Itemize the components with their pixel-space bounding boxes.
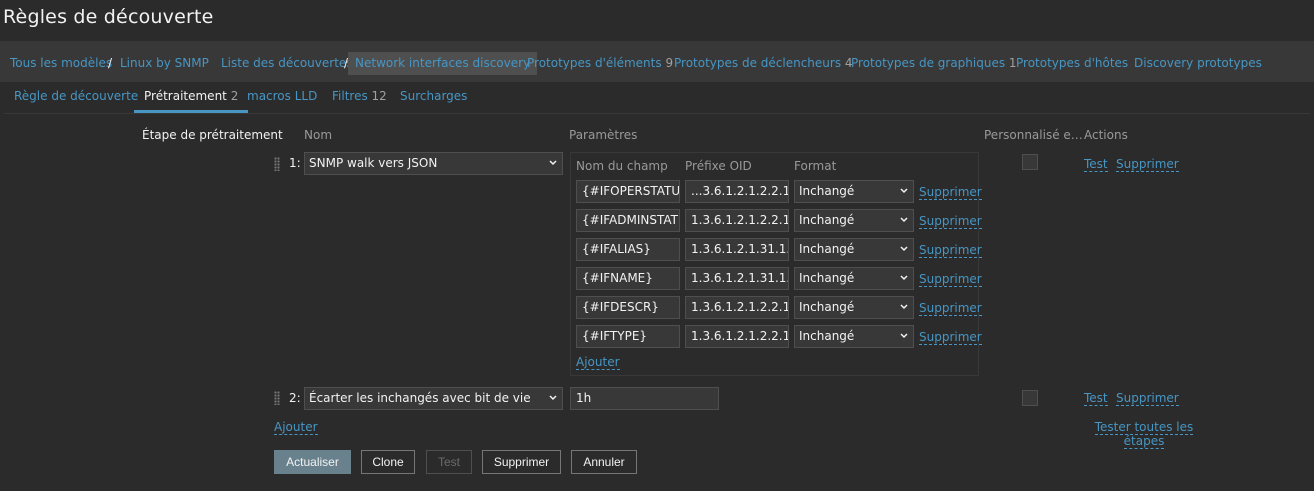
test-all-steps-label: Tester toutes les étapes	[1094, 420, 1194, 449]
preprocessing-section-label: Étape de prétraitement	[142, 128, 283, 142]
format-value: Inchangé	[799, 271, 855, 285]
remove-field-link[interactable]: Supprimer	[919, 272, 982, 287]
nav-discovery-prototypes[interactable]: Discovery prototypes	[1134, 52, 1262, 75]
tab-lld-macros[interactable]: macros LLD	[237, 88, 327, 113]
step-remove-link[interactable]: Supprimer	[1116, 157, 1179, 172]
chevron-down-icon	[900, 246, 908, 252]
params-header-format: Format	[794, 159, 837, 173]
cancel-button[interactable]: Annuler	[571, 450, 637, 474]
format-value: Inchangé	[799, 213, 855, 227]
field-name-input[interactable]: {#IFNAME}	[576, 267, 680, 290]
heartbeat-input[interactable]: 1h	[570, 387, 719, 410]
breadcrumb-template[interactable]: Linux by SNMP	[120, 52, 209, 75]
remove-field-link[interactable]: Supprimer	[919, 301, 982, 316]
step-type-value: Écarter les inchangés avec bit de vie	[309, 391, 531, 405]
step-number: 2:	[289, 391, 301, 405]
clone-button[interactable]: Clone	[361, 450, 415, 474]
step-type-select[interactable]: SNMP walk vers JSON	[304, 152, 563, 175]
nav-trigger-prototypes[interactable]: Prototypes de déclencheurs 4	[674, 52, 853, 75]
step-number: 1:	[289, 156, 301, 170]
params-header-field: Nom du champ	[576, 159, 668, 173]
format-select[interactable]: Inchangé	[794, 238, 914, 261]
drag-handle-icon[interactable]	[274, 391, 280, 405]
header-custom: Personnalisé e…	[984, 128, 1083, 142]
format-select[interactable]: Inchangé	[794, 325, 914, 348]
field-name-input[interactable]: {#IFADMINSTATUS}	[576, 209, 680, 232]
chevron-down-icon	[900, 304, 908, 310]
field-name-input[interactable]: {#IFALIAS}	[576, 238, 680, 261]
chevron-down-icon	[900, 275, 908, 281]
tab-filters-count: 12	[371, 89, 387, 103]
chevron-down-icon	[900, 333, 908, 339]
step-remove-link[interactable]: Supprimer	[1116, 391, 1179, 406]
chevron-down-icon	[549, 160, 557, 166]
format-value: Inchangé	[799, 329, 855, 343]
tab-bar: Règle de découverte Prétraitement 2 macr…	[4, 82, 1310, 113]
snmp-walk-params: Nom du champ Préfixe OID Format {#IFOPER…	[570, 152, 982, 376]
params-header-oid: Préfixe OID	[685, 159, 752, 173]
field-name-input[interactable]: {#IFTYPE}	[576, 325, 680, 348]
remove-field-link[interactable]: Supprimer	[919, 330, 982, 345]
field-name-input[interactable]: {#IFOPERSTATUS}	[576, 180, 680, 203]
breadcrumb-all-templates[interactable]: Tous les modèles	[10, 52, 112, 75]
tab-preprocessing[interactable]: Prétraitement 2	[134, 88, 249, 113]
breadcrumb-current[interactable]: Network interfaces discovery	[348, 52, 538, 75]
breadcrumb-discovery-list[interactable]: Liste des découvertes	[221, 52, 353, 75]
nav-item-prototypes[interactable]: Prototypes d'éléments 9	[527, 52, 673, 75]
chevron-down-icon	[900, 188, 908, 194]
test-button[interactable]: Test	[426, 450, 472, 474]
step-type-select[interactable]: Écarter les inchangés avec bit de vie	[304, 387, 563, 410]
format-value: Inchangé	[799, 184, 855, 198]
breadcrumb-bar: Tous les modèles / Linux by SNMP Liste d…	[0, 41, 1314, 82]
step-test-link[interactable]: Test	[1084, 391, 1108, 406]
custom-on-fail-checkbox[interactable]	[1022, 390, 1038, 406]
tab-overrides[interactable]: Surcharges	[390, 88, 477, 113]
custom-on-fail-checkbox[interactable]	[1022, 154, 1038, 170]
preprocessing-panel: Étape de prétraitement Nom Paramètres Pe…	[4, 113, 1310, 483]
chevron-down-icon	[900, 217, 908, 223]
oid-prefix-input[interactable]: 1.3.6.1.2.1.2.2.1.7	[685, 209, 789, 232]
oid-prefix-input[interactable]: 1.3.6.1.2.1.2.2.1.2	[685, 296, 789, 319]
header-actions: Actions	[1084, 128, 1128, 142]
remove-field-link[interactable]: Supprimer	[919, 214, 982, 229]
tab-filters-label: Filtres	[332, 89, 368, 103]
nav-item-prototypes-count: 9	[665, 56, 674, 70]
oid-prefix-input[interactable]: 1.3.6.1.2.1.2.2.1.3	[685, 325, 789, 348]
oid-prefix-input[interactable]: 1.3.6.1.2.1.31.1.1.1.18	[685, 238, 789, 261]
add-step-link[interactable]: Ajouter	[274, 420, 318, 435]
nav-item-prototypes-label: Prototypes d'éléments	[527, 56, 662, 70]
remove-field-link[interactable]: Supprimer	[919, 243, 982, 258]
remove-field-link[interactable]: Supprimer	[919, 185, 982, 200]
delete-button[interactable]: Supprimer	[482, 450, 561, 474]
format-select[interactable]: Inchangé	[794, 296, 914, 319]
drag-handle-icon[interactable]	[274, 157, 280, 171]
header-params: Paramètres	[569, 128, 638, 142]
nav-host-prototypes[interactable]: Prototypes d'hôtes	[1016, 52, 1128, 75]
step-test-link[interactable]: Test	[1084, 157, 1108, 172]
format-value: Inchangé	[799, 242, 855, 256]
format-value: Inchangé	[799, 300, 855, 314]
format-select[interactable]: Inchangé	[794, 267, 914, 290]
nav-graph-prototypes[interactable]: Prototypes de graphiques 1	[851, 52, 1017, 75]
test-all-steps-link[interactable]: Tester toutes les étapes	[1084, 420, 1204, 449]
tab-preprocessing-label: Prétraitement	[144, 89, 227, 103]
header-name: Nom	[304, 128, 333, 142]
step-type-value: SNMP walk vers JSON	[309, 156, 438, 170]
tab-filters[interactable]: Filtres 12	[322, 88, 397, 113]
tab-discovery-rule[interactable]: Règle de découverte	[4, 88, 148, 113]
nav-trigger-prototypes-label: Prototypes de déclencheurs	[674, 56, 842, 70]
oid-prefix-input[interactable]: 1.3.6.1.2.1.31.1.1.1.1	[685, 267, 789, 290]
breadcrumb-separator: /	[108, 56, 113, 70]
format-select[interactable]: Inchangé	[794, 180, 914, 203]
oid-prefix-input[interactable]: ...3.6.1.2.1.2.2.1.8	[685, 180, 789, 203]
chevron-down-icon	[549, 395, 557, 401]
page-title: Règles de découverte	[3, 6, 214, 28]
format-select[interactable]: Inchangé	[794, 209, 914, 232]
nav-graph-prototypes-label: Prototypes de graphiques	[851, 56, 1006, 70]
field-name-input[interactable]: {#IFDESCR}	[576, 296, 680, 319]
add-field-link[interactable]: Ajouter	[576, 355, 620, 370]
update-button[interactable]: Actualiser	[274, 450, 351, 474]
